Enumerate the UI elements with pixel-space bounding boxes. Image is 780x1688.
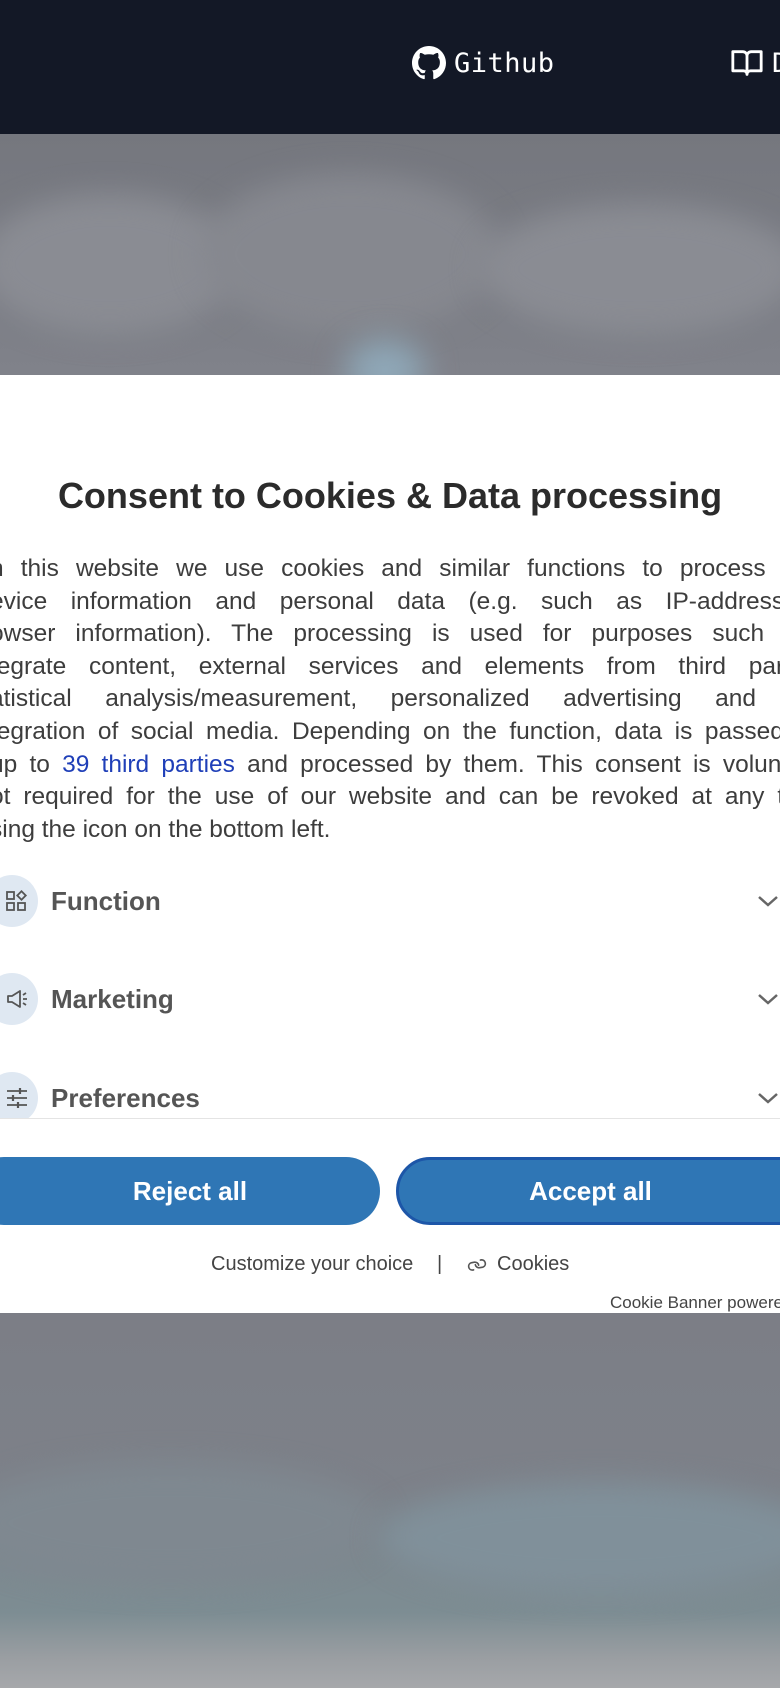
link-separator: |	[437, 1253, 443, 1275]
description-text: and processed by them. This consent is v…	[234, 750, 780, 778]
powered-by-text[interactable]: Cookie Banner powere	[610, 1293, 780, 1313]
top-navigation: Github D	[0, 0, 780, 134]
category-marketing[interactable]: Marketing	[0, 973, 780, 1025]
description-line: n this website we use cookies and simila…	[0, 555, 780, 582]
category-preferences[interactable]: Preferences	[0, 1072, 780, 1124]
customize-choice-link[interactable]: Customize your choice	[211, 1253, 413, 1276]
megaphone-icon	[0, 973, 38, 1025]
description-line: ot required for the use of our website a…	[0, 783, 780, 811]
chevron-down-icon[interactable]	[756, 987, 780, 1011]
page-background	[0, 1313, 780, 1688]
description-line: tegrate content, external services and e…	[0, 652, 780, 680]
description-line: owser information). The processing is us…	[0, 620, 780, 648]
category-function[interactable]: Function	[0, 875, 780, 927]
docs-link[interactable]: D	[730, 46, 780, 80]
accept-all-button[interactable]: Accept all	[396, 1157, 780, 1225]
description-line: evice information and personal data (e.g…	[0, 587, 780, 615]
link-icon	[467, 1258, 487, 1271]
category-label: Preferences	[51, 1082, 200, 1113]
github-label: Github	[454, 47, 555, 79]
docs-label: D	[772, 48, 780, 79]
description-text: up to	[0, 750, 50, 778]
cookies-label: Cookies	[497, 1253, 570, 1275]
chevron-down-icon[interactable]	[756, 889, 780, 913]
consent-description: n this website we use cookies and simila…	[0, 553, 780, 846]
footer-links: Customize your choice | Cookies	[0, 1253, 780, 1283]
category-label: Marketing	[51, 983, 174, 1014]
reject-all-label: Reject all	[132, 1175, 248, 1206]
dialog-title: Consent to Cookies & Data processing	[57, 475, 723, 516]
cookie-consent-dialog: Consent to Cookies & Data processing n t…	[0, 375, 780, 1313]
reject-all-button[interactable]: Reject all	[0, 1157, 380, 1225]
function-grid-icon	[0, 875, 38, 927]
hero-background	[0, 134, 780, 375]
book-icon	[731, 50, 763, 76]
third-parties-link[interactable]: 39 third parties	[62, 751, 235, 778]
description-line: atistical analysis/measurement, personal…	[0, 685, 780, 713]
cookies-link[interactable]: Cookies	[467, 1253, 569, 1276]
description-line: up to 39 third parties and processed by …	[0, 749, 780, 782]
github-icon	[412, 46, 446, 80]
github-link[interactable]: Github	[412, 46, 555, 80]
dialog-footer: Reject all Accept all Customize your cho…	[0, 1118, 780, 1313]
category-label: Function	[51, 885, 161, 916]
chevron-down-icon[interactable]	[756, 1086, 780, 1110]
description-line: tegration of social media. Depending on …	[0, 717, 780, 745]
sliders-icon	[0, 1072, 38, 1124]
accept-all-label: Accept all	[529, 1175, 652, 1206]
description-line: sing the icon on the bottom left.	[0, 815, 331, 843]
